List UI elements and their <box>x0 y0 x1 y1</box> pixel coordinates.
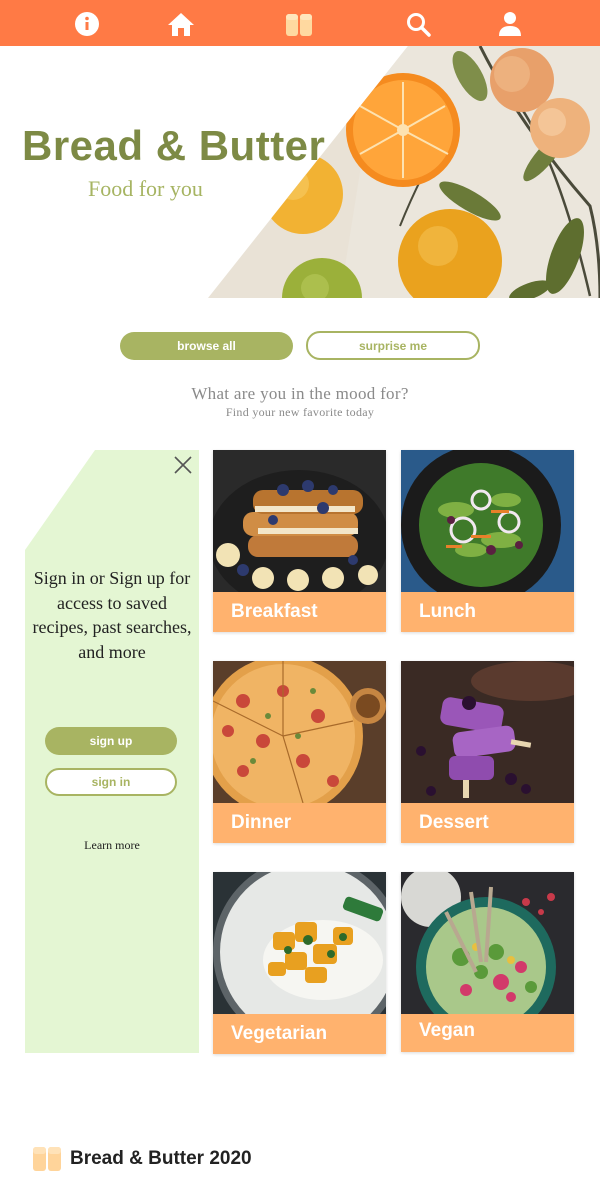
close-icon[interactable] <box>172 454 194 476</box>
user-icon[interactable] <box>494 8 526 40</box>
browse-all-button[interactable]: browse all <box>120 332 293 360</box>
category-label: Lunch <box>419 601 476 622</box>
bread-icon[interactable] <box>283 8 315 40</box>
brand-title: Bread & Butter <box>22 122 326 169</box>
category-label: Dinner <box>231 812 292 833</box>
dessert-photo <box>401 661 574 803</box>
hero-photo <box>0 46 600 298</box>
category-card-lunch[interactable]: Lunch <box>401 450 574 632</box>
signin-message: Sign in or Sign up for access to saved r… <box>32 568 192 662</box>
vegetarian-photo <box>213 872 386 1014</box>
footer-copyright: Bread & Butter 2020 <box>70 1148 252 1169</box>
category-card-breakfast[interactable]: Breakfast <box>213 450 386 632</box>
brand-subtitle: Food for you <box>88 176 203 201</box>
category-label: Breakfast <box>231 601 318 622</box>
home-icon[interactable] <box>165 8 197 40</box>
dinner-photo <box>213 661 386 803</box>
breakfast-photo <box>213 450 386 592</box>
category-label: Vegetarian <box>231 1023 328 1044</box>
category-card-vegetarian[interactable]: Vegetarian <box>213 872 386 1054</box>
sign-up-button[interactable]: sign up <box>45 727 177 755</box>
category-card-dessert[interactable]: Dessert <box>401 661 574 843</box>
vegan-photo <box>401 872 574 1014</box>
mood-subheading: Find your new favorite today <box>225 405 375 419</box>
category-card-dinner[interactable]: Dinner <box>213 661 386 843</box>
top-nav-bar <box>0 0 600 46</box>
footer-bread-icon <box>32 1146 62 1177</box>
category-label: Vegan <box>419 1020 475 1041</box>
hero-banner: Bread & Butter Food for you <box>0 46 600 298</box>
learn-more-link[interactable]: Learn more <box>25 838 199 853</box>
sign-in-button[interactable]: sign in <box>45 768 177 796</box>
category-label: Dessert <box>419 812 489 833</box>
mood-heading: What are you in the mood for? <box>191 384 409 403</box>
category-card-vegan[interactable]: Vegan <box>401 872 574 1052</box>
search-icon[interactable] <box>402 8 434 40</box>
surprise-me-button[interactable]: surprise me <box>306 331 480 360</box>
lunch-photo <box>401 450 574 592</box>
info-icon[interactable] <box>71 8 103 40</box>
